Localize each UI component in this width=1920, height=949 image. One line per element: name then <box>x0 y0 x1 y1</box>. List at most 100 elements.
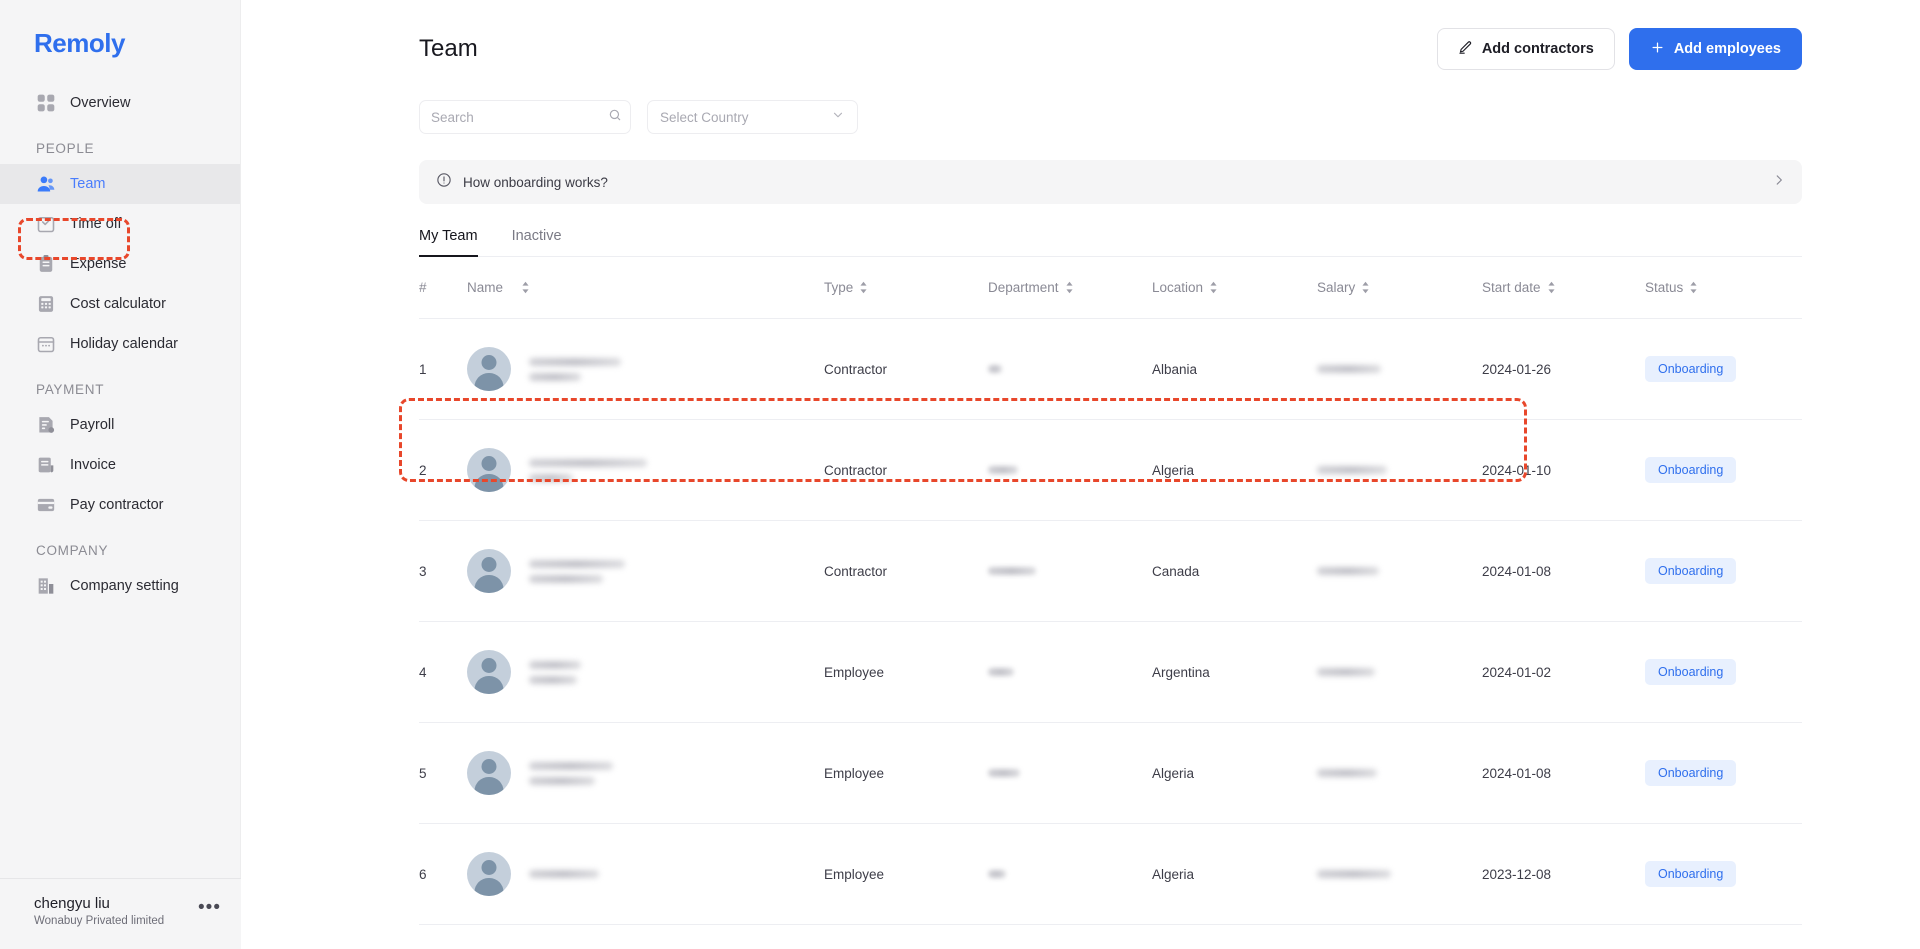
status-badge[interactable]: Onboarding <box>1645 861 1737 887</box>
column-header-label: Start date <box>1482 280 1541 295</box>
tab-inactive[interactable]: Inactive <box>512 228 562 257</box>
column-header-status[interactable]: Status <box>1645 280 1802 295</box>
sidebar: Remoly Overview PEOPLE Team Time off Expense… <box>0 0 241 949</box>
status-cell: Onboarding <box>1645 659 1802 685</box>
redaction-bar <box>1317 870 1391 878</box>
redaction-bar <box>529 675 577 684</box>
status-cell: Onboarding <box>1645 861 1802 887</box>
sidebar-item-overview[interactable]: Overview <box>0 83 240 123</box>
sort-icon[interactable] <box>1689 281 1698 294</box>
sidebar-item-company-setting[interactable]: Company setting <box>0 566 240 606</box>
pencil-icon <box>1458 40 1473 59</box>
team-table: # Name Type Department Location Salary Start d… <box>419 257 1802 925</box>
sidebar-item-team[interactable]: Team <box>0 164 240 204</box>
people-icon <box>36 174 56 194</box>
search-field[interactable] <box>419 100 631 134</box>
team-tabs: My Team Inactive <box>419 228 1802 257</box>
sidebar-item-expense[interactable]: Expense <box>0 244 240 284</box>
sort-icon[interactable] <box>1065 281 1074 294</box>
add-contractors-button[interactable]: Add contractors <box>1436 28 1615 70</box>
table-row[interactable]: 3 Contractor Canada 2024-01-08 Onboarding <box>419 521 1802 622</box>
employment-type: Contractor <box>824 563 888 579</box>
sidebar-item-invoice[interactable]: Invoice <box>0 445 240 485</box>
column-header-label: Department <box>988 280 1059 295</box>
salary-cell <box>1317 769 1482 777</box>
column-header-label: # <box>419 280 427 295</box>
sidebar-group-payment: PAYMENT <box>36 382 105 397</box>
column-header-label: Name <box>467 280 504 295</box>
table-row[interactable]: 6 Employee Algeria 2023-12-08 Onboarding <box>419 824 1802 925</box>
sidebar-item-pay-contractor[interactable]: Pay contractor <box>0 485 240 525</box>
start-date-cell: 2024-01-08 <box>1482 563 1552 579</box>
sidebar-user-block[interactable]: chengyu liu Wonabuy Privated limited <box>34 895 164 927</box>
column-header-type[interactable]: Type <box>824 280 988 295</box>
sidebar-item-label: Cost calculator <box>70 295 166 312</box>
search-icon[interactable] <box>608 108 622 127</box>
row-index: 3 <box>419 563 427 579</box>
employee-name-cell <box>467 347 824 391</box>
table-row[interactable]: 2 Contractor Algeria 2024-01-10 Onboarding <box>419 420 1802 521</box>
redaction-bar <box>529 458 647 467</box>
sidebar-more-options-icon[interactable]: ••• <box>198 899 221 919</box>
sort-icon[interactable] <box>859 281 868 294</box>
status-cell: Onboarding <box>1645 558 1802 584</box>
employee-name-cell <box>467 852 824 896</box>
table-row[interactable]: 1 Contractor Albania 2024-01-26 Onboarding <box>419 319 1802 420</box>
redacted-name <box>529 761 613 785</box>
start-date-cell: 2024-01-26 <box>1482 361 1552 377</box>
sidebar-item-cost-calculator[interactable]: Cost calculator <box>0 284 240 324</box>
calendar-check-icon <box>36 214 56 234</box>
sort-icon[interactable] <box>1361 281 1370 294</box>
redaction-bar <box>1317 365 1381 373</box>
plus-icon <box>1650 40 1665 59</box>
column-header-: # <box>419 280 467 295</box>
start-date-cell: 2024-01-08 <box>1482 765 1552 781</box>
sidebar-item-time-off[interactable]: Time off <box>0 204 240 244</box>
avatar <box>467 751 511 795</box>
redaction-bar <box>988 365 1002 373</box>
location-cell: Algeria <box>1152 866 1195 882</box>
table-row[interactable]: 4 Employee Argentina 2024-01-02 Onboarding <box>419 622 1802 723</box>
redaction-bar <box>1317 466 1387 474</box>
status-badge[interactable]: Onboarding <box>1645 760 1737 786</box>
column-header-location[interactable]: Location <box>1152 280 1317 295</box>
column-header-salary[interactable]: Salary <box>1317 280 1482 295</box>
redacted-name <box>529 870 599 878</box>
sort-icon[interactable] <box>1547 281 1556 294</box>
sidebar-group-people: PEOPLE <box>36 141 95 156</box>
add-employees-button[interactable]: Add employees <box>1628 28 1802 70</box>
status-badge[interactable]: Onboarding <box>1645 659 1737 685</box>
status-badge[interactable]: Onboarding <box>1645 558 1737 584</box>
location-cell: Algeria <box>1152 462 1195 478</box>
employment-type: Contractor <box>824 462 888 478</box>
redaction-bar <box>1317 769 1377 777</box>
onboarding-banner[interactable]: How onboarding works? <box>419 160 1802 204</box>
row-index: 6 <box>419 866 427 882</box>
location-cell: Algeria <box>1152 765 1195 781</box>
column-header-department[interactable]: Department <box>988 280 1152 295</box>
table-row[interactable]: 5 Employee Algeria 2024-01-08 Onboarding <box>419 723 1802 824</box>
sort-icon[interactable] <box>521 281 530 294</box>
status-badge[interactable]: Onboarding <box>1645 356 1737 382</box>
onboarding-banner-content: How onboarding works? <box>436 172 608 193</box>
salary-cell <box>1317 668 1482 676</box>
table-header-row: # Name Type Department Location Salary Start d… <box>419 257 1802 319</box>
salary-cell <box>1317 466 1482 474</box>
search-input[interactable] <box>431 109 608 125</box>
column-header-name[interactable]: Name <box>467 280 824 295</box>
filter-bar: Select Country <box>241 70 1920 134</box>
chevron-right-icon[interactable] <box>1772 173 1786 192</box>
sidebar-item-holiday-calendar[interactable]: Holiday calendar <box>0 324 240 364</box>
column-header-start-date[interactable]: Start date <box>1482 280 1645 295</box>
sort-icon[interactable] <box>1209 281 1218 294</box>
brand-logo[interactable]: Remoly <box>0 0 240 59</box>
status-cell: Onboarding <box>1645 760 1802 786</box>
tab-my-team[interactable]: My Team <box>419 228 478 257</box>
info-circle-icon <box>436 172 452 193</box>
column-header-label: Location <box>1152 280 1204 295</box>
status-badge[interactable]: Onboarding <box>1645 457 1737 483</box>
sidebar-item-payroll[interactable]: Payroll <box>0 405 240 445</box>
sidebar-item-label: Overview <box>70 94 131 111</box>
employee-name-cell <box>467 448 824 492</box>
country-select[interactable]: Select Country <box>647 100 858 134</box>
